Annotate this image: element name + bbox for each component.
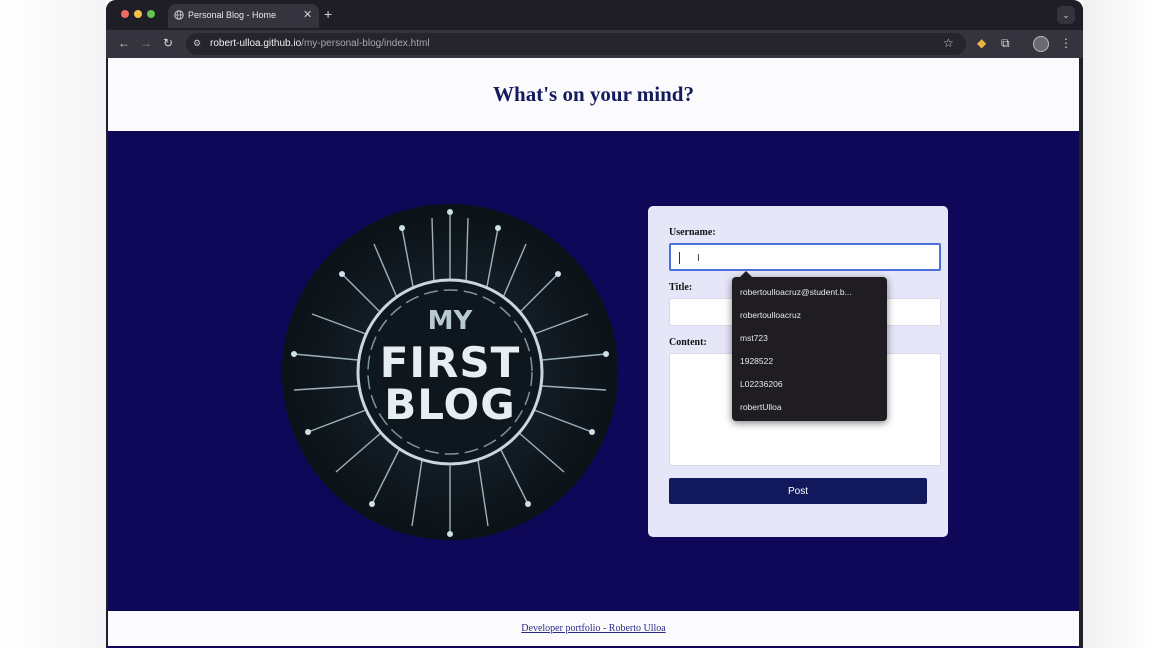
autocomplete-item[interactable]: L02236206 xyxy=(740,379,880,389)
username-input[interactable]: I xyxy=(669,243,941,271)
page-header: What's on your mind? xyxy=(108,58,1079,131)
logo-text-my: MY xyxy=(427,306,473,336)
page-footer: Developer portfolio - Roberto Ulloa xyxy=(108,611,1079,646)
autocomplete-item[interactable]: mst723 xyxy=(740,333,880,343)
minimize-window-button[interactable] xyxy=(134,10,142,18)
menu-kebab-icon[interactable]: ⋮ xyxy=(1060,36,1072,50)
browser-window: Personal Blog - Home ✕ + ⌄ ← → ↻ ⚙ rober… xyxy=(106,0,1083,648)
autocomplete-dropdown: robertoulloacruz@student.b... robertoull… xyxy=(732,271,887,421)
url-text: robert-ulloa.github.io/my-personal-blog/… xyxy=(210,38,430,49)
username-label: Username: xyxy=(669,227,716,238)
logo-text-blog: BLOG xyxy=(384,380,516,429)
background-left xyxy=(0,0,106,648)
site-settings-icon[interactable]: ⚙ xyxy=(193,38,201,49)
close-window-button[interactable] xyxy=(121,10,129,18)
new-tab-icon[interactable]: + xyxy=(324,6,332,22)
back-icon[interactable]: ← xyxy=(118,36,130,50)
content-label: Content: xyxy=(669,337,707,348)
tab-active[interactable]: Personal Blog - Home ✕ xyxy=(168,4,319,28)
profile-avatar[interactable] xyxy=(1033,36,1049,52)
globe-icon xyxy=(174,10,184,20)
toolbar: ← → ↻ ⚙ robert-ulloa.github.io/my-person… xyxy=(106,30,1083,58)
page-content: What's on your mind? MY FIRST BLOG Usern… xyxy=(108,58,1079,648)
maximize-window-button[interactable] xyxy=(147,10,155,18)
autocomplete-item[interactable]: robertoulloacruz xyxy=(740,310,880,320)
ibeam-cursor-icon: I xyxy=(697,253,700,264)
tab-search-icon[interactable]: ⌄ xyxy=(1057,6,1075,24)
developer-portfolio-link[interactable]: Developer portfolio - Roberto Ulloa xyxy=(521,623,665,634)
forward-icon[interactable]: → xyxy=(140,36,152,50)
close-tab-icon[interactable]: ✕ xyxy=(303,8,312,21)
tab-title: Personal Blog - Home xyxy=(188,10,277,20)
background-right xyxy=(1083,0,1152,648)
tab-strip: Personal Blog - Home ✕ + ⌄ xyxy=(106,0,1083,30)
url-host: robert-ulloa.github.io xyxy=(210,38,302,49)
extensions-puzzle-icon[interactable]: ⧉ xyxy=(1001,36,1010,51)
autocomplete-item[interactable]: robertoulloacruz@student.b... xyxy=(740,287,880,297)
reload-icon[interactable]: ↻ xyxy=(163,36,173,50)
url-path: /my-personal-blog/index.html xyxy=(301,38,430,49)
post-button[interactable]: Post xyxy=(669,478,927,504)
extension-icon[interactable]: ◆ xyxy=(977,36,986,50)
bookmark-star-icon[interactable]: ☆ xyxy=(943,36,954,50)
autocomplete-item[interactable]: robertUlloa xyxy=(740,402,880,412)
text-caret xyxy=(679,252,680,264)
page-title: What's on your mind? xyxy=(493,82,694,106)
autocomplete-item[interactable]: 1928522 xyxy=(740,356,880,366)
blog-logo-image: MY FIRST BLOG xyxy=(282,204,618,540)
title-label: Title: xyxy=(669,282,693,293)
address-bar[interactable]: ⚙ robert-ulloa.github.io/my-personal-blo… xyxy=(186,33,966,55)
